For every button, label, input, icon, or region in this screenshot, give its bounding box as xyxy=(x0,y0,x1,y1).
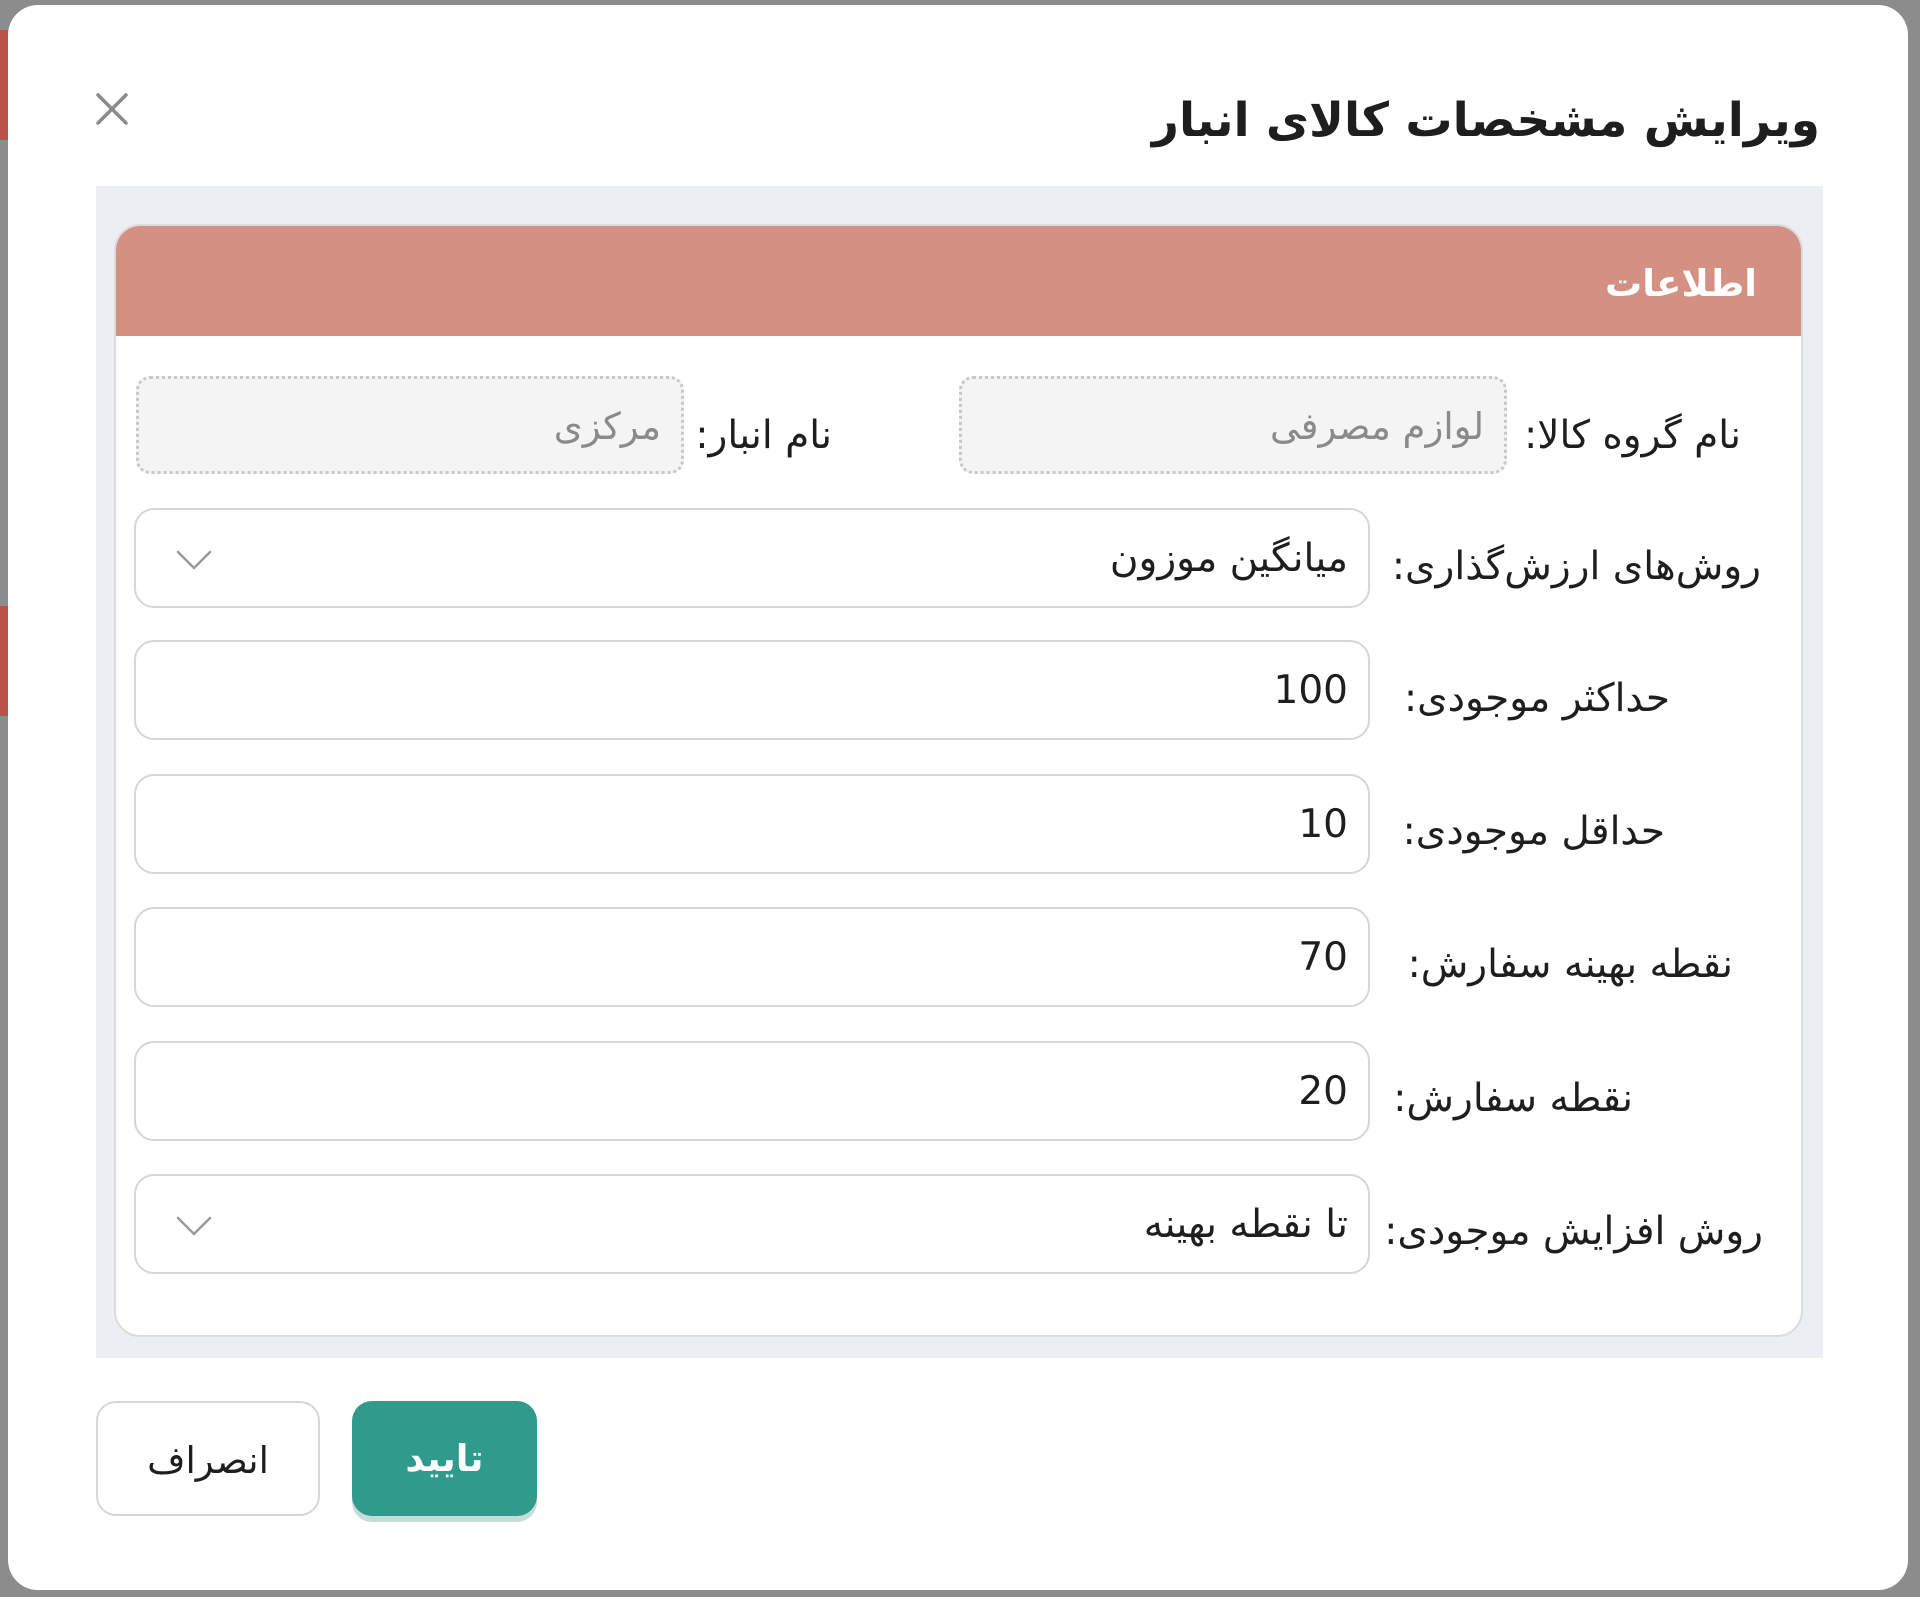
min-stock-label: حداقل موجودی: xyxy=(1402,809,1665,854)
stock-increase-method-select[interactable]: تا نقطه بهینه xyxy=(134,1174,1370,1274)
stock-increase-method-label: روش افزایش موجودی: xyxy=(1384,1209,1763,1254)
warehouse-field: مرکزی xyxy=(136,376,684,474)
optimal-order-point-label: نقطه بهینه سفارش: xyxy=(1407,942,1733,987)
dialog-title: ویرایش مشخصات کالای انبار xyxy=(1151,93,1820,148)
chevron-down-icon xyxy=(174,1210,214,1240)
warehouse-label: نام انبار: xyxy=(695,413,832,458)
stock-increase-method-value: تا نقطه بهینه xyxy=(1143,1202,1348,1247)
valuation-method-select[interactable]: میانگین موزون xyxy=(134,508,1370,608)
close-button[interactable] xyxy=(88,85,136,133)
chevron-down-icon xyxy=(174,544,214,574)
min-stock-value: 10 xyxy=(1298,802,1348,847)
min-stock-input[interactable]: 10 xyxy=(134,774,1370,874)
product-group-field: لوازم مصرفی xyxy=(959,376,1507,474)
max-stock-input[interactable]: 100 xyxy=(134,640,1370,740)
order-point-label: نقطه سفارش: xyxy=(1393,1076,1633,1121)
max-stock-value: 100 xyxy=(1273,668,1348,713)
valuation-method-label: روش‌های ارزش‌گذاری: xyxy=(1391,544,1761,589)
confirm-button-label: تایید xyxy=(405,1437,484,1480)
warehouse-value: مرکزی xyxy=(553,405,661,448)
optimal-order-point-value: 70 xyxy=(1298,935,1348,980)
product-group-label: نام گروه کالا: xyxy=(1524,413,1741,458)
optimal-order-point-input[interactable]: 70 xyxy=(134,907,1370,1007)
order-point-value: 20 xyxy=(1298,1069,1348,1114)
info-card: اطلاعات نام گروه کالا: لوازم مصرفی نام ا… xyxy=(114,224,1803,1337)
valuation-method-value: میانگین موزون xyxy=(1109,536,1348,581)
card-header-title: اطلاعات xyxy=(1605,262,1757,305)
close-icon xyxy=(96,93,128,125)
card-header: اطلاعات xyxy=(116,226,1801,336)
confirm-button[interactable]: تایید xyxy=(352,1401,537,1516)
order-point-input[interactable]: 20 xyxy=(134,1041,1370,1141)
max-stock-label: حداکثر موجودی: xyxy=(1404,676,1670,721)
dialog-body: اطلاعات نام گروه کالا: لوازم مصرفی نام ا… xyxy=(96,186,1823,1358)
product-group-value: لوازم مصرفی xyxy=(1269,405,1484,448)
edit-dialog: ویرایش مشخصات کالای انبار اطلاعات نام گر… xyxy=(8,5,1908,1590)
cancel-button-label: انصراف xyxy=(147,1439,269,1482)
cancel-button[interactable]: انصراف xyxy=(96,1401,320,1516)
